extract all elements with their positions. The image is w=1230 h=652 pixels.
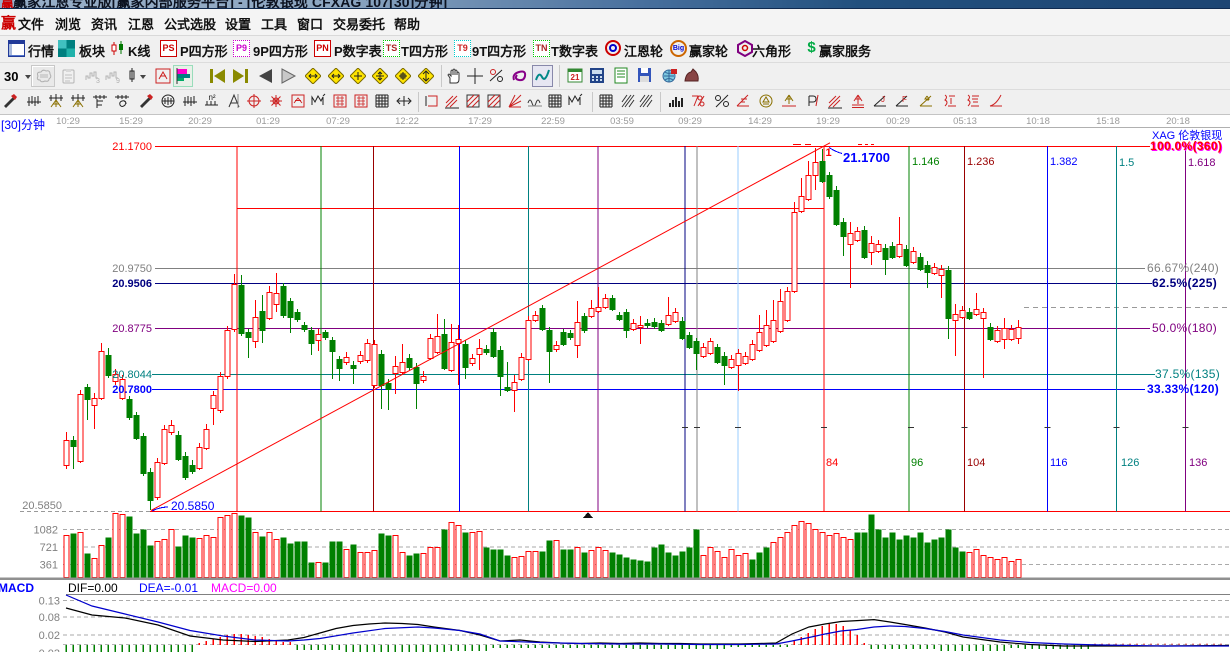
svg-text:136: 136 [1189,457,1207,469]
svg-text:20.5850: 20.5850 [171,499,215,513]
svg-text:1: 1 [826,147,832,159]
svg-text:MACD: MACD [0,581,34,595]
svg-text:21.1700: 21.1700 [843,150,890,165]
svg-text:01:29: 01:29 [256,116,280,127]
svg-text:17:29: 17:29 [468,116,492,127]
svg-text:1.618: 1.618 [1188,157,1216,169]
svg-text:100.0%(360): 100.0%(360) [1150,139,1222,153]
svg-text:[30]分钟: [30]分钟 [1,117,45,132]
svg-text:361: 361 [40,560,58,572]
svg-text:1.382: 1.382 [1050,156,1078,168]
svg-text:37.5%(135): 37.5%(135) [1155,367,1220,381]
svg-text:84: 84 [826,457,838,469]
svg-text:96: 96 [911,457,923,469]
svg-text:20.8044: 20.8044 [112,369,152,381]
svg-text:1.236: 1.236 [967,156,995,168]
svg-text:19:29: 19:29 [816,116,840,127]
svg-text:00:29: 00:29 [886,116,910,127]
svg-text:116: 116 [1050,457,1068,469]
svg-text:62.5%(225): 62.5%(225) [1152,276,1217,290]
svg-text:21.1700: 21.1700 [112,141,152,153]
svg-text:DEA=-0.01: DEA=-0.01 [139,581,198,595]
svg-text:10:18: 10:18 [1026,116,1050,127]
svg-text:-0.03: -0.03 [35,648,60,652]
svg-text:104: 104 [967,457,985,469]
svg-text:20.9750: 20.9750 [112,263,152,275]
svg-text:0.08: 0.08 [39,612,60,624]
svg-text:50.0%(180): 50.0%(180) [1152,321,1217,335]
svg-text:721: 721 [40,542,58,554]
svg-text:09:29: 09:29 [678,116,702,127]
svg-text:20.9506: 20.9506 [112,278,152,290]
svg-text:10:29: 10:29 [56,116,80,127]
svg-text:20.8775: 20.8775 [112,323,152,335]
svg-text:20.7800: 20.7800 [112,384,152,396]
svg-text:126: 126 [1121,457,1139,469]
svg-text:22:59: 22:59 [541,116,565,127]
svg-text:03:59: 03:59 [610,116,634,127]
svg-text:20:29: 20:29 [188,116,212,127]
svg-text:33.33%(120): 33.33%(120) [1147,382,1219,396]
svg-text:0.02: 0.02 [39,630,60,642]
svg-text:0.13: 0.13 [39,596,60,608]
svg-text:12:22: 12:22 [395,116,419,127]
svg-text:1.5: 1.5 [1119,157,1134,169]
svg-text:15:29: 15:29 [119,116,143,127]
svg-text:MACD=0.00: MACD=0.00 [211,581,277,595]
svg-text:66.67%(240): 66.67%(240) [1147,261,1219,275]
svg-text:07:29: 07:29 [326,116,350,127]
svg-text:14:29: 14:29 [748,116,772,127]
svg-text:1.146: 1.146 [912,156,940,168]
svg-text:20:18: 20:18 [1166,116,1190,127]
svg-text:DIF=0.00: DIF=0.00 [68,581,118,595]
svg-text:1082: 1082 [34,525,58,537]
svg-text:20.5850: 20.5850 [22,500,62,512]
svg-text:15:18: 15:18 [1096,116,1120,127]
svg-text:05:13: 05:13 [953,116,977,127]
